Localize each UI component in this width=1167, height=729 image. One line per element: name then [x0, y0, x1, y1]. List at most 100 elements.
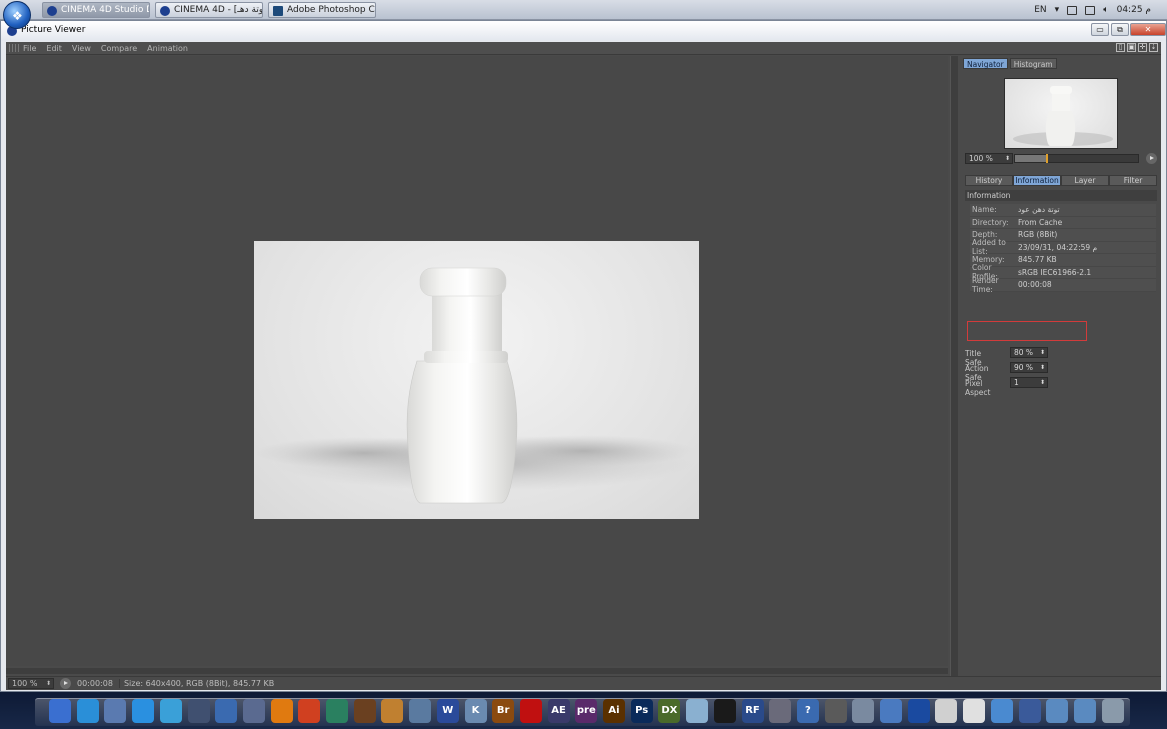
navigator-zoom-field[interactable]: 100 % ⬍: [965, 153, 1013, 164]
dx-icon[interactable]: DX: [658, 699, 681, 723]
stamp-icon[interactable]: [409, 699, 432, 723]
spin-arrows-icon[interactable]: ⬍: [1005, 154, 1010, 164]
rendered-image: [254, 241, 699, 519]
tab-navigator[interactable]: Navigator: [963, 58, 1008, 69]
tab-filter[interactable]: Filter: [1109, 175, 1157, 186]
windows-start-icon[interactable]: ❖: [3, 1, 31, 29]
folder-2-icon[interactable]: [1073, 699, 1096, 723]
restore-button[interactable]: ⧉: [1111, 23, 1129, 36]
image-viewport[interactable]: [6, 56, 948, 666]
safari-icon[interactable]: [76, 699, 99, 723]
realflow-icon[interactable]: RF: [741, 699, 764, 723]
info-key: Render Time:: [972, 275, 999, 294]
building-icon[interactable]: [1018, 699, 1041, 723]
navigator-zoom-slider[interactable]: [1014, 154, 1139, 163]
pixel-aspect-field[interactable]: 1 ⬍: [1010, 377, 1048, 388]
blue-doc-icon[interactable]: [990, 699, 1013, 723]
taskbar-button-cinema4d-studio[interactable]: CINEMA 4D Studio D...: [42, 2, 150, 18]
title-safe-field[interactable]: 80 % ⬍: [1010, 347, 1048, 358]
clock[interactable]: 04:25 م: [1117, 5, 1151, 15]
minimize-button[interactable]: ▭: [1091, 23, 1109, 36]
panel-layout-icon[interactable]: ▯: [1116, 43, 1125, 52]
window-title: Picture Viewer: [21, 25, 86, 35]
spin-arrows-icon[interactable]: ⬍: [1040, 378, 1045, 388]
status-bar: 100 % ⬍ 00:00:08 Size: 640x400, RGB (8Bi…: [6, 676, 1161, 690]
tab-history[interactable]: History: [965, 175, 1013, 186]
cloud-icon[interactable]: [686, 699, 709, 723]
system-tray: EN ▾ 🔈︎ 04:25 م: [1034, 0, 1167, 20]
spin-arrows-icon[interactable]: ⬍: [1040, 363, 1045, 373]
close-button[interactable]: ✕: [1130, 23, 1166, 36]
calculator-icon[interactable]: [852, 699, 875, 723]
language-indicator[interactable]: EN: [1034, 5, 1046, 15]
monitor-icon[interactable]: [215, 699, 238, 723]
slider-knob[interactable]: [1046, 154, 1048, 163]
play-icon[interactable]: [60, 678, 71, 689]
network-icon[interactable]: [1067, 5, 1078, 15]
itunes-icon[interactable]: [242, 699, 265, 723]
settings-icon[interactable]: [824, 699, 847, 723]
trash-icon[interactable]: [1101, 699, 1124, 723]
spin-arrows-icon[interactable]: ⬍: [1040, 348, 1045, 358]
ccleaner-icon[interactable]: [298, 699, 321, 723]
menu-view[interactable]: View: [72, 44, 91, 53]
bridge-icon[interactable]: Br: [492, 699, 515, 723]
photoshop-icon[interactable]: Ps: [630, 699, 653, 723]
layout-icons: ▯ ▣ ✛ ⇣: [1116, 43, 1158, 52]
taskbar-button-label: Adobe Photoshop C...: [287, 5, 376, 15]
preview-icon[interactable]: [381, 699, 404, 723]
wizard-icon[interactable]: [353, 699, 376, 723]
document-icon[interactable]: [963, 699, 986, 723]
menu-edit[interactable]: Edit: [46, 44, 62, 53]
taskbar-button-cinema4d-document[interactable]: CINEMA 4D - [توتة دهـ]...: [155, 2, 263, 18]
imovie-icon[interactable]: [187, 699, 210, 723]
illustrator-icon[interactable]: Ai: [603, 699, 625, 723]
taskbar-button-label: CINEMA 4D Studio D...: [61, 5, 149, 15]
info-value: From Cache: [1018, 217, 1063, 227]
acrobat-icon[interactable]: [519, 699, 542, 723]
pin-icon[interactable]: ⇣: [1149, 43, 1158, 52]
info-value: توتة دهن عود: [1018, 205, 1060, 215]
help-icon[interactable]: ?: [796, 699, 819, 723]
information-header: Information: [965, 190, 1157, 201]
tab-histogram[interactable]: Histogram: [1009, 58, 1057, 69]
horizontal-scrollbar[interactable]: [6, 668, 948, 674]
tab-information[interactable]: Information: [1013, 175, 1061, 186]
finder-icon[interactable]: [49, 699, 71, 723]
grip-icon: [9, 44, 19, 52]
finder-2-icon[interactable]: [880, 699, 902, 723]
monitor-icon[interactable]: [1085, 5, 1096, 15]
menu-animation[interactable]: Animation: [147, 44, 188, 53]
tab-layer[interactable]: Layer: [1061, 175, 1109, 186]
menu-compare[interactable]: Compare: [101, 44, 137, 53]
tray-expand-icon[interactable]: ▾: [1055, 5, 1060, 15]
action-safe-field[interactable]: 90 % ⬍: [1010, 362, 1048, 373]
taskbar-button-photoshop[interactable]: Adobe Photoshop C...: [268, 2, 376, 18]
spin-arrows-icon[interactable]: ⬍: [46, 679, 51, 689]
mail-icon[interactable]: [104, 699, 127, 723]
navigator-play-icon[interactable]: [1146, 153, 1157, 164]
volume-icon[interactable]: 🔈︎: [1103, 5, 1108, 15]
notes-icon[interactable]: [935, 699, 958, 723]
info-value: RGB (8Bit): [1018, 230, 1058, 240]
vlc-icon[interactable]: [270, 699, 293, 723]
navigator-thumbnail[interactable]: [1004, 78, 1118, 149]
side-panel: Navigator Histogram 100 % ⬍ History Info…: [961, 56, 1161, 676]
premiere-icon[interactable]: pre: [575, 699, 598, 723]
vertical-splitter[interactable]: [950, 56, 958, 688]
word-icon[interactable]: W: [436, 699, 459, 723]
facetime-icon[interactable]: [132, 699, 155, 723]
after-effects-icon[interactable]: AE: [547, 699, 570, 723]
zbrush-icon[interactable]: [713, 699, 736, 723]
zoom-field[interactable]: 100 % ⬍: [8, 678, 54, 689]
pixel-aspect-value: 1: [1014, 378, 1019, 387]
globe-icon[interactable]: [907, 699, 930, 723]
tool-icon[interactable]: [769, 699, 792, 723]
feather-icon[interactable]: [326, 699, 348, 723]
kdiff-icon[interactable]: K: [464, 699, 487, 723]
files-icon[interactable]: [159, 699, 182, 723]
move-icon[interactable]: ✛: [1138, 43, 1147, 52]
menu-file[interactable]: File: [23, 44, 36, 53]
new-window-icon[interactable]: ▣: [1127, 43, 1136, 52]
folder-1-icon[interactable]: [1046, 699, 1069, 723]
